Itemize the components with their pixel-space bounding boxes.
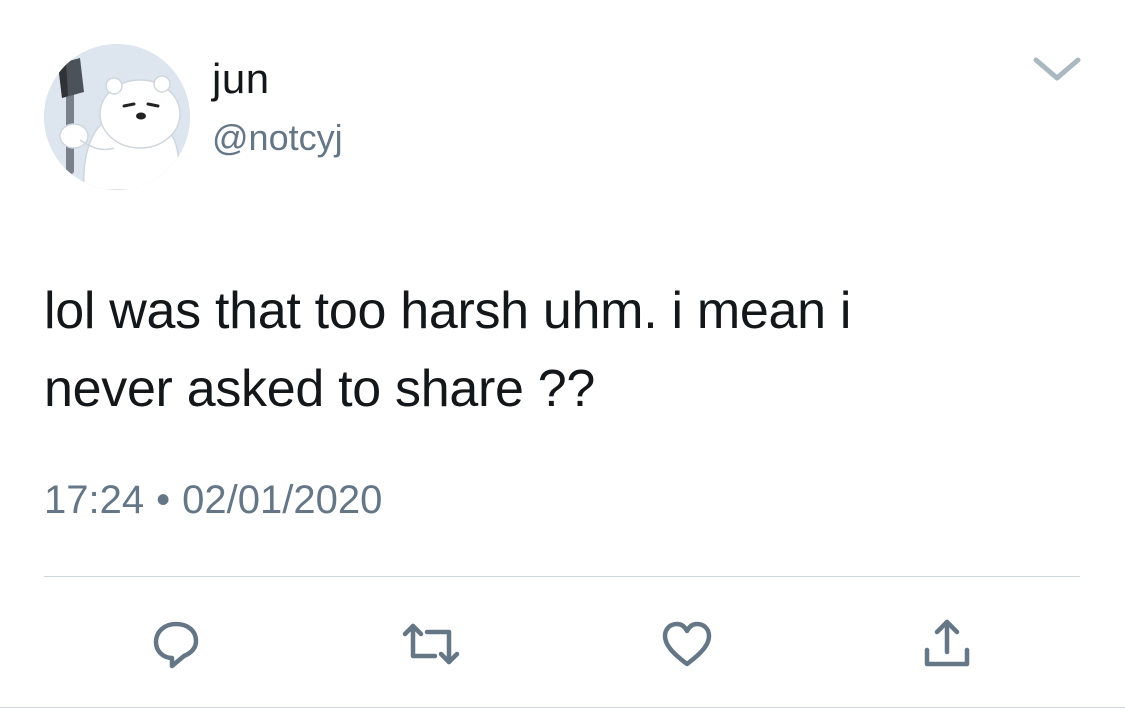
heart-icon xyxy=(662,621,712,667)
tweet-card: jun @notcyj lol was that too harsh uhm. … xyxy=(0,0,1125,710)
meta-separator: • xyxy=(156,478,171,522)
chevron-down-icon[interactable] xyxy=(1030,50,1084,90)
bottom-border xyxy=(0,707,1125,708)
tweet-date: 02/01/2020 xyxy=(182,478,383,522)
share-button[interactable] xyxy=(915,612,979,676)
tweet-time: 17:24 xyxy=(44,478,145,522)
retweet-icon xyxy=(402,623,460,665)
reply-button[interactable] xyxy=(144,612,208,676)
tweet-timestamp[interactable]: 17:24 • 02/01/2020 xyxy=(44,474,382,526)
tweet-text-line: lol was that too harsh uhm. i mean i xyxy=(44,282,852,340)
user-handle[interactable]: @notcyj xyxy=(212,116,343,160)
divider xyxy=(44,576,1080,577)
display-name[interactable]: jun xyxy=(212,55,270,103)
tweet-text: lol was that too harsh uhm. i mean i nev… xyxy=(44,272,1084,428)
polar-bear-avatar-icon xyxy=(44,44,190,190)
like-button[interactable] xyxy=(655,612,719,676)
reply-icon xyxy=(153,621,199,669)
avatar[interactable] xyxy=(44,44,190,190)
share-icon xyxy=(924,619,970,667)
tweet-text-line: never asked to share ?? xyxy=(44,360,596,418)
retweet-button[interactable] xyxy=(399,612,463,676)
